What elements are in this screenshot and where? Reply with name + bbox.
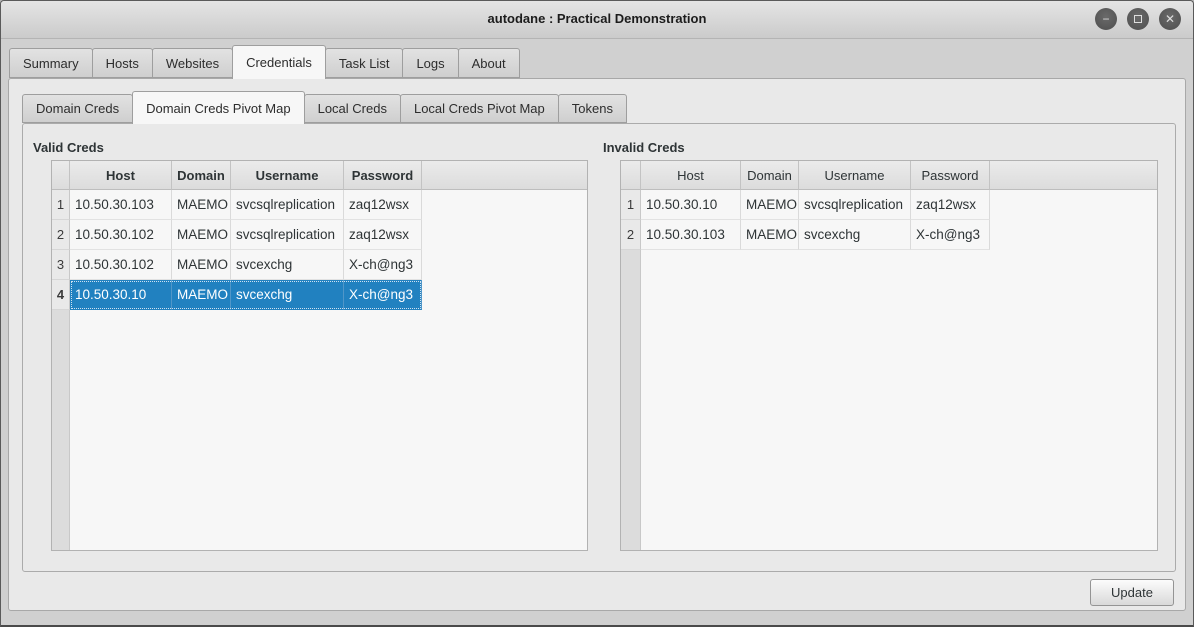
row-number[interactable]: 4 [52,280,70,310]
tab-websites[interactable]: Websites [152,48,233,78]
cell-domain[interactable]: MAEMO [172,250,231,280]
cell-domain[interactable]: MAEMO [741,190,799,220]
pivot-map-panel: Valid Creds Invalid Creds HostDomainUser… [22,123,1176,572]
table-row[interactable]: 210.50.30.102MAEMOsvcsqlreplicationzaq12… [52,220,587,250]
valid-creds-label: Valid Creds [33,140,104,155]
table-row[interactable]: 110.50.30.10MAEMOsvcsqlreplicationzaq12w… [621,190,1157,220]
cell-password[interactable]: X-ch@ng3 [344,250,422,280]
tab-label: Domain Creds Pivot Map [146,101,291,116]
column-header-password[interactable]: Password [911,161,990,190]
row-number[interactable]: 2 [52,220,70,250]
tab-label: Hosts [106,56,139,71]
column-header-host[interactable]: Host [641,161,741,190]
table-row[interactable]: 410.50.30.10MAEMOsvcexchgX-ch@ng3 [52,280,587,310]
tab-hosts[interactable]: Hosts [92,48,153,78]
close-button[interactable]: ✕ [1159,8,1181,30]
cell-domain[interactable]: MAEMO [172,190,231,220]
credentials-sub-tabstrip: Domain Creds Domain Creds Pivot Map Local … [22,90,626,123]
column-header-domain[interactable]: Domain [741,161,799,190]
tab-label: Task List [339,56,390,71]
cell-host[interactable]: 10.50.30.102 [70,250,172,280]
cell-username[interactable]: svcsqlreplication [231,190,344,220]
titlebar[interactable]: autodane : Practical Demonstration −✕ [1,1,1193,39]
tab-label: Logs [416,56,444,71]
row-number[interactable]: 1 [52,190,70,220]
column-header-password[interactable]: Password [344,161,422,190]
cell-domain[interactable]: MAEMO [172,220,231,250]
tab-label: About [472,56,506,71]
cell-domain[interactable]: MAEMO [172,280,231,310]
cell-host[interactable]: 10.50.30.102 [70,220,172,250]
cell-host[interactable]: 10.50.30.103 [70,190,172,220]
cell-password[interactable]: zaq12wsx [344,190,422,220]
cell-username[interactable]: svcexchg [231,250,344,280]
column-header-username[interactable]: Username [799,161,911,190]
tab-about[interactable]: About [458,48,520,78]
app-window: autodane : Practical Demonstration −✕ Su… [0,0,1194,627]
cell-username[interactable]: svcsqlreplication [799,190,911,220]
cell-password[interactable]: zaq12wsx [344,220,422,250]
cell-password[interactable]: X-ch@ng3 [911,220,990,250]
main-tabstrip: Summary Hosts Websites Credentials Task List… [9,44,519,78]
cell-username[interactable]: svcsqlreplication [231,220,344,250]
tab-task-list[interactable]: Task List [325,48,404,78]
tab-label: Local Creds [318,101,387,116]
row-number[interactable]: 3 [52,250,70,280]
subtab-domain-creds[interactable]: Domain Creds [22,94,133,123]
tab-label: Credentials [246,55,312,70]
column-header-domain[interactable]: Domain [172,161,231,190]
row-number-column-header[interactable] [52,161,70,190]
close-icon: ✕ [1165,13,1175,25]
row-number-gutter [52,310,70,550]
invalid-creds-label: Invalid Creds [603,140,685,155]
cell-host[interactable]: 10.50.30.10 [641,190,741,220]
row-number-column-header[interactable] [621,161,641,190]
column-header-host[interactable]: Host [70,161,172,190]
tab-summary[interactable]: Summary [9,48,93,78]
invalid-creds-table: HostDomainUsernamePassword110.50.30.10MA… [620,160,1158,551]
tab-label: Tokens [572,101,613,116]
cell-password[interactable]: zaq12wsx [911,190,990,220]
maximize-icon [1134,15,1142,23]
valid-creds-table: HostDomainUsernamePassword110.50.30.103M… [51,160,588,551]
cell-host[interactable]: 10.50.30.103 [641,220,741,250]
tab-label: Summary [23,56,79,71]
cell-domain[interactable]: MAEMO [741,220,799,250]
window-title: autodane : Practical Demonstration [1,11,1193,26]
column-header-filler [990,161,1157,190]
tab-label: Websites [166,56,219,71]
table-row[interactable]: 210.50.30.103MAEMOsvcexchgX-ch@ng3 [621,220,1157,250]
row-number[interactable]: 1 [621,190,641,220]
minimize-button[interactable]: − [1095,8,1117,30]
column-header-filler [422,161,587,190]
cell-username[interactable]: svcexchg [231,280,344,310]
tab-label: Local Creds Pivot Map [414,101,545,116]
subtab-local-creds[interactable]: Local Creds [304,94,401,123]
credentials-page: Domain Creds Domain Creds Pivot Map Local … [8,78,1186,611]
cell-password[interactable]: X-ch@ng3 [344,280,422,310]
update-button[interactable]: Update [1090,579,1174,606]
subtab-tokens[interactable]: Tokens [558,94,627,123]
column-header-username[interactable]: Username [231,161,344,190]
subtab-local-creds-pivot-map[interactable]: Local Creds Pivot Map [400,94,559,123]
window-controls: −✕ [1095,8,1181,30]
minimize-icon: − [1102,13,1109,25]
tab-logs[interactable]: Logs [402,48,458,78]
maximize-button[interactable] [1127,8,1149,30]
cell-username[interactable]: svcexchg [799,220,911,250]
tab-credentials[interactable]: Credentials [232,45,326,79]
row-number-gutter [621,250,641,550]
row-number[interactable]: 2 [621,220,641,250]
subtab-domain-creds-pivot-map[interactable]: Domain Creds Pivot Map [132,91,305,124]
cell-host[interactable]: 10.50.30.10 [70,280,172,310]
table-row[interactable]: 110.50.30.103MAEMOsvcsqlreplicationzaq12… [52,190,587,220]
table-row[interactable]: 310.50.30.102MAEMOsvcexchgX-ch@ng3 [52,250,587,280]
tab-label: Domain Creds [36,101,119,116]
